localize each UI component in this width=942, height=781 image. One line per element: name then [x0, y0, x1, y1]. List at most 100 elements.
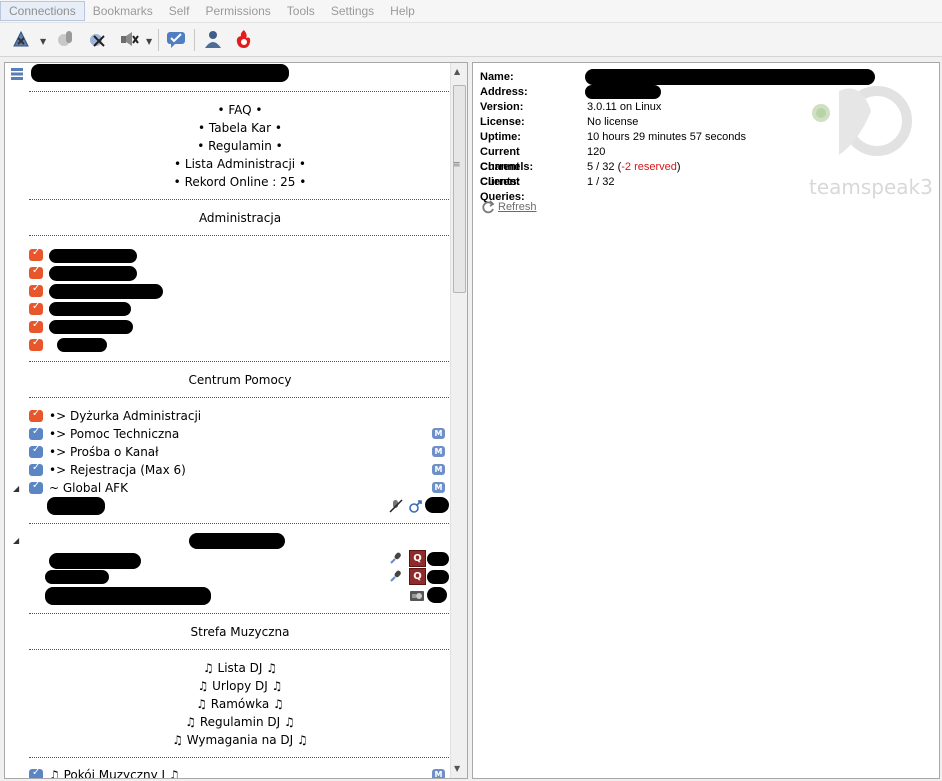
channel-ramowka[interactable]: ♫ Ramówka ♫	[25, 697, 455, 711]
teamspeak-wordmark: teamspeak3	[809, 175, 933, 199]
admin-chat-icon: ✓	[29, 337, 43, 351]
redacted-address	[585, 85, 661, 99]
channel-rekord-online[interactable]: • Rekord Online : 25 •	[25, 175, 455, 189]
redacted-client-name	[49, 320, 133, 334]
connect-icon[interactable]	[9, 27, 33, 51]
refresh-label: Refresh	[498, 201, 537, 213]
redacted-server-name	[31, 64, 289, 82]
toolbar: ▼ ▼	[0, 23, 942, 57]
radio-icon	[409, 588, 425, 605]
client-row[interactable]: ✓	[29, 319, 49, 335]
moderated-badge-icon: M	[432, 446, 445, 457]
channel-label: ♫ Pokój Muzyczny I ♫	[49, 768, 180, 779]
menu-tools[interactable]: Tools	[279, 2, 323, 20]
channel-tabela-kar[interactable]: • Tabela Kar •	[25, 121, 455, 135]
client-row[interactable]: ✓	[29, 337, 49, 353]
channel-label: •> Prośba o Kanał	[49, 445, 159, 459]
toolbar-separator	[158, 29, 159, 51]
chat-icon[interactable]	[164, 27, 188, 51]
channel-global-afk[interactable]: ✓ ~ Global AFK	[29, 480, 128, 496]
scroll-up-arrow-icon[interactable]: ▲	[454, 67, 460, 76]
collapse-arrow-icon[interactable]: ◢	[13, 484, 19, 493]
redacted-channel-name	[189, 533, 285, 549]
toolbar-separator	[194, 29, 195, 51]
channel-pokoj-muzyczny[interactable]: ✓ ♫ Pokój Muzyczny I ♫	[29, 767, 180, 779]
license-value: No license	[587, 116, 639, 128]
channel-wymagania-dj[interactable]: ♫ Wymagania na DJ ♫	[25, 733, 455, 747]
separator-line	[29, 523, 451, 524]
client-row[interactable]: ✓	[29, 247, 49, 263]
disconnect-icon[interactable]	[54, 27, 78, 51]
channel-chat-icon: ✓	[29, 426, 43, 440]
client-row[interactable]: ✓	[29, 283, 49, 299]
channel-dyzurka[interactable]: ✓ •> Dyżurka Administracji	[29, 408, 201, 424]
uptime-label: Uptime:	[480, 131, 521, 143]
refresh-link[interactable]: Refresh	[481, 200, 537, 214]
menu-self[interactable]: Self	[161, 2, 198, 20]
collapse-arrow-icon[interactable]: ◢	[13, 536, 19, 545]
menu-connections[interactable]: Connections	[0, 1, 85, 21]
channel-administracja[interactable]: Administracja	[25, 211, 455, 225]
channel-regulamin[interactable]: • Regulamin •	[25, 139, 455, 153]
teamspeak-logo: teamspeak3	[809, 71, 933, 203]
separator-line	[29, 199, 451, 200]
clients-reserved: -2 reserved	[621, 161, 677, 173]
mute-microphone-icon[interactable]	[117, 27, 141, 51]
redacted-client-name	[49, 553, 141, 569]
clients-count: 5 / 32 (	[587, 161, 622, 173]
channel-strefa-muzyczna[interactable]: Strefa Muzyczna	[25, 625, 455, 639]
admin-chat-icon: ✓	[29, 319, 43, 333]
microphone-icon	[389, 569, 403, 586]
redacted-country-flag	[425, 497, 449, 513]
scrollbar-thumb[interactable]	[453, 85, 466, 293]
menu-settings[interactable]: Settings	[323, 2, 382, 20]
query-client-icon: Q	[409, 550, 426, 567]
menu-help[interactable]: Help	[382, 2, 423, 20]
redacted-client-name	[45, 587, 211, 605]
menu-bookmarks[interactable]: Bookmarks	[85, 2, 161, 20]
menu-permissions[interactable]: Permissions	[197, 2, 278, 20]
redacted-client-name	[47, 497, 105, 515]
separator-line	[29, 397, 451, 398]
query-client-icon: Q	[409, 568, 426, 585]
separator-line	[29, 361, 451, 362]
channel-lista-dj[interactable]: ♫ Lista DJ ♫	[25, 661, 455, 675]
channel-tree[interactable]: • FAQ • • Tabela Kar • • Regulamin • • L…	[4, 62, 468, 779]
microphone-icon	[389, 551, 403, 568]
tree-scrollbar[interactable]: ▲ ≡ ▼	[450, 63, 467, 778]
away-icon[interactable]	[86, 27, 110, 51]
moderated-badge-icon: M	[432, 769, 445, 778]
channel-rejestracja[interactable]: ✓ •> Rejestracja (Max 6)	[29, 462, 186, 478]
connect-dropdown-icon[interactable]: ▼	[40, 37, 46, 46]
channel-regulamin-dj[interactable]: ♫ Regulamin DJ ♫	[25, 715, 455, 729]
separator-line	[29, 91, 451, 92]
clients-value: 5 / 32 (-2 reserved)	[587, 160, 681, 175]
channel-pomoc-techniczna[interactable]: ✓ •> Pomoc Techniczna	[29, 426, 179, 442]
server-icon	[10, 67, 24, 84]
teamspeak-flame-icon[interactable]	[232, 27, 256, 51]
scroll-down-arrow-icon[interactable]: ▼	[454, 764, 460, 773]
channel-faq[interactable]: • FAQ •	[25, 103, 455, 117]
scrollbar-grip-icon: ≡	[453, 160, 461, 170]
male-gender-icon	[409, 499, 423, 516]
client-row[interactable]: ✓	[29, 265, 49, 281]
redacted-client-name	[49, 302, 131, 316]
queries-value: 1 / 32	[587, 176, 615, 188]
separator-line	[29, 235, 451, 236]
channel-centrum-pomocy[interactable]: Centrum Pomocy	[25, 373, 455, 387]
channel-chat-icon: ✓	[29, 444, 43, 458]
separator-line	[29, 613, 451, 614]
redacted-country-flag	[427, 552, 449, 566]
channel-chat-icon: ✓	[29, 480, 43, 494]
uptime-value: 10 hours 29 minutes 57 seconds	[587, 131, 746, 143]
address-label: Address:	[480, 86, 528, 98]
channel-urlopy-dj[interactable]: ♫ Urlopy DJ ♫	[25, 679, 455, 693]
redacted-client-name	[57, 338, 107, 352]
contacts-icon[interactable]	[201, 27, 225, 51]
channel-lista-administracji[interactable]: • Lista Administracji •	[25, 157, 455, 171]
muted-mic-icon	[389, 499, 403, 516]
mute-dropdown-icon[interactable]: ▼	[146, 37, 152, 46]
client-row[interactable]: ✓	[29, 301, 49, 317]
channel-prosba-o-kanal[interactable]: ✓ •> Prośba o Kanał	[29, 444, 159, 460]
redacted-client-name	[49, 266, 137, 281]
